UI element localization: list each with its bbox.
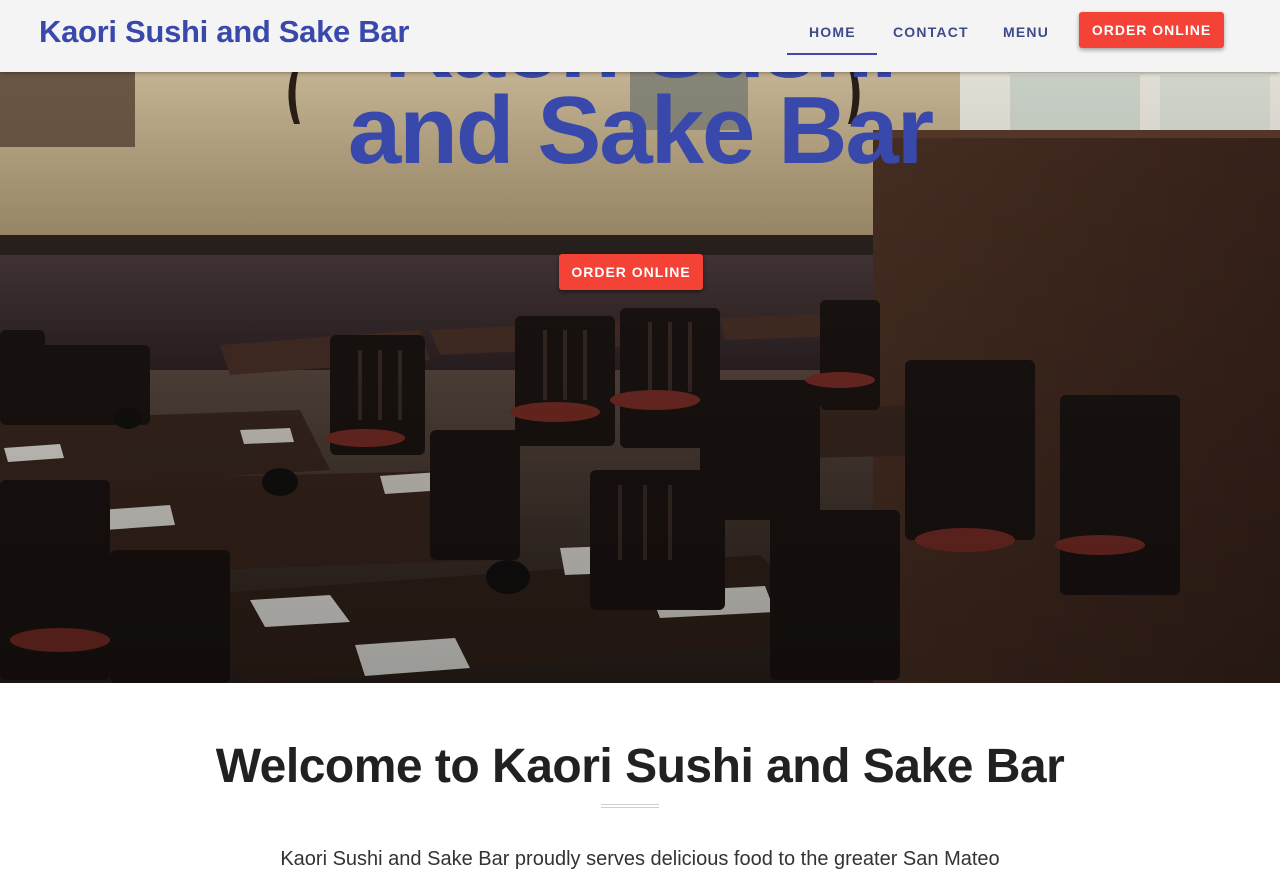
hero-title-line-2: and Sake Bar <box>347 77 934 184</box>
nav-menu-link[interactable]: MENU <box>1003 24 1049 56</box>
title-divider <box>601 804 659 808</box>
welcome-title: Welcome to Kaori Sushi and Sake Bar <box>215 740 1065 793</box>
header-order-online-button[interactable]: ORDER ONLINE <box>1079 12 1224 48</box>
welcome-section: Welcome to Kaori Sushi and Sake Bar Kaor… <box>0 683 1280 880</box>
welcome-text: Kaori Sushi and Sake Bar proudly serves … <box>280 848 1000 870</box>
brand-logo-link[interactable]: Kaori Sushi and Sake Bar <box>39 13 409 51</box>
hero-order-online-button[interactable]: ORDER ONLINE <box>559 254 703 290</box>
active-nav-indicator <box>787 53 877 55</box>
nav-contact-link[interactable]: CONTACT <box>893 24 969 56</box>
site-header: Kaori Sushi and Sake Bar HOME CONTACT ME… <box>0 0 1280 72</box>
hero-section: Kaori Sushi and Sake Bar ORDER ONLINE <box>0 0 1280 683</box>
nav-home-link[interactable]: HOME <box>809 24 856 56</box>
